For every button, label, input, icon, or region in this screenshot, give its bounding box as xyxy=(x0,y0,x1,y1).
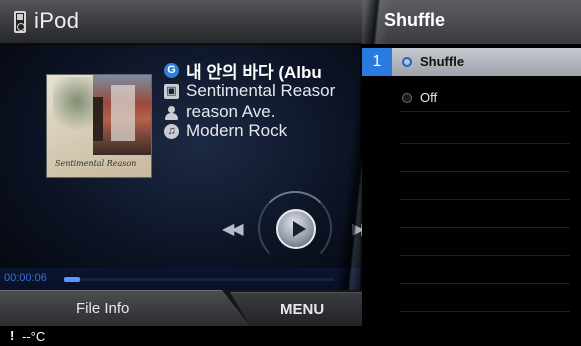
song-icon: G xyxy=(164,62,179,78)
radio-unselected-icon xyxy=(402,93,412,103)
ipod-screen: iPod Shuffle Sentimental Reason G 내 안의 바… xyxy=(0,0,581,346)
bottom-tabs: File Info MENU xyxy=(0,290,362,326)
radio-selected-icon xyxy=(402,57,412,67)
empty-option-row xyxy=(362,256,581,284)
option-off-label: Off xyxy=(420,90,438,105)
previous-track-button[interactable]: ◀◀ xyxy=(222,219,244,239)
empty-option-row xyxy=(362,172,581,200)
panel-title: Shuffle xyxy=(384,10,445,30)
progress-fill xyxy=(64,277,81,282)
play-button[interactable] xyxy=(276,209,316,249)
track-title: 내 안의 바다 (Albu xyxy=(186,62,322,82)
artist-icon xyxy=(164,105,179,120)
empty-option-row xyxy=(362,116,581,144)
option-off[interactable]: Off xyxy=(362,84,581,112)
genre-icon: ♫ xyxy=(164,123,179,139)
empty-option-row xyxy=(362,200,581,228)
option-divider xyxy=(400,311,570,312)
track-genre-row: ♫ Modern Rock xyxy=(164,120,287,142)
empty-option-row xyxy=(362,228,581,256)
empty-option-row xyxy=(362,284,581,312)
option-shuffle-label: Shuffle xyxy=(420,54,465,69)
track-album-row: ▣ Sentimental Reasor xyxy=(164,80,335,102)
empty-option-row xyxy=(362,144,581,172)
track-title-row: G 내 안의 바다 (Albu xyxy=(164,59,322,82)
option-shuffle[interactable]: 1 Shuffle xyxy=(362,48,581,76)
album-art-signature: Sentimental Reason xyxy=(55,159,137,168)
tab-file-info-label: File Info xyxy=(76,300,130,317)
temperature-readout: --°C xyxy=(22,329,46,344)
album-art-photo xyxy=(93,75,151,155)
tab-file-info[interactable]: File Info xyxy=(0,290,250,326)
tab-menu-label: MENU xyxy=(280,301,325,318)
track-artist: reason Ave. xyxy=(186,102,276,121)
time-bar: 00:00:06 xyxy=(0,268,360,290)
album-art: Sentimental Reason xyxy=(46,74,152,178)
status-bar: ! --°C xyxy=(0,326,362,346)
track-genre: Modern Rock xyxy=(186,121,288,140)
tab-menu[interactable]: MENU xyxy=(230,292,362,326)
option-divider xyxy=(400,111,570,112)
shuffle-options-panel: 1 Shuffle Off xyxy=(362,44,581,346)
elapsed-time: 00:00:06 xyxy=(4,272,47,284)
option-index-badge: 1 xyxy=(362,48,392,76)
album-icon: ▣ xyxy=(164,83,179,99)
track-album: Sentimental Reasor xyxy=(186,81,336,100)
warning-icon: ! xyxy=(10,328,15,343)
progress-track xyxy=(64,277,334,282)
